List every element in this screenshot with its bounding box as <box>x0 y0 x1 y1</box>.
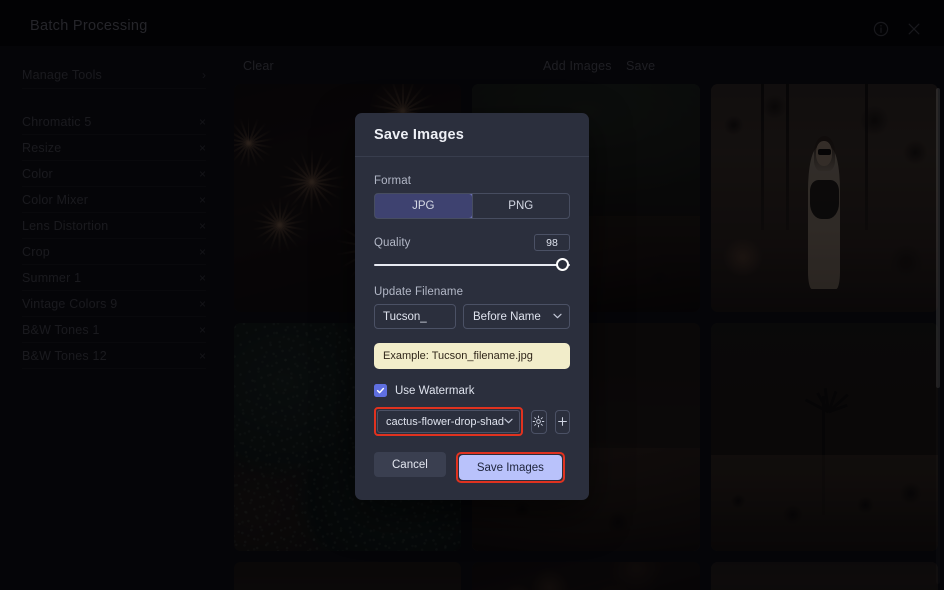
quality-value[interactable]: 98 <box>534 234 570 251</box>
save-images-button[interactable]: Save Images <box>458 455 562 480</box>
quality-label: Quality <box>374 236 411 249</box>
remove-tool-icon[interactable]: × <box>199 272 206 284</box>
sidebar-item-manage-tools[interactable]: Manage Tools › <box>22 61 206 89</box>
scrollbar-thumb[interactable] <box>936 88 940 388</box>
sidebar-item-tool[interactable]: Resize × <box>22 135 206 161</box>
remove-tool-icon[interactable]: × <box>199 298 206 310</box>
watermark-select-value: cactus-flower-drop-shad <box>386 415 504 428</box>
batch-processing-window: Batch Processing Manage Tools › Chromati… <box>0 0 944 590</box>
format-option-png[interactable]: PNG <box>473 194 570 218</box>
gear-icon[interactable] <box>531 409 547 434</box>
tool-label: Resize <box>22 140 62 155</box>
tool-label: Vintage Colors 9 <box>22 296 118 311</box>
tool-label: Color Mixer <box>22 192 89 207</box>
sidebar-item-tool[interactable]: Chromatic 5 × <box>22 109 206 135</box>
use-watermark-checkbox[interactable] <box>374 384 387 397</box>
grid-thumbnail[interactable] <box>710 562 938 590</box>
add-images-button[interactable]: Add Images <box>535 56 620 76</box>
dialog-body: Format JPG PNG Quality 98 Update Filenam… <box>355 157 589 500</box>
vertical-scrollbar[interactable] <box>936 88 940 584</box>
grid-thumbnail[interactable] <box>472 562 700 590</box>
remove-tool-icon[interactable]: × <box>199 116 206 128</box>
sidebar: Manage Tools › Chromatic 5 × Resize × Color ×… <box>0 46 229 590</box>
tool-label: Lens Distortion <box>22 218 109 233</box>
remove-tool-icon[interactable]: × <box>199 350 206 362</box>
dialog-button-row: Cancel Save Images <box>374 452 570 483</box>
tool-label: Chromatic 5 <box>22 114 92 129</box>
quality-row: Quality 98 <box>374 234 570 251</box>
update-filename-label: Update Filename <box>374 286 464 298</box>
grid-thumbnail[interactable] <box>710 84 938 312</box>
watermark-select[interactable]: cactus-flower-drop-shad <box>377 410 520 433</box>
thumbnail-overlay <box>710 84 938 312</box>
plus-icon[interactable] <box>554 409 570 434</box>
remove-tool-icon[interactable]: × <box>199 142 206 154</box>
watermark-select-highlight: cactus-flower-drop-shad <box>374 407 523 436</box>
remove-tool-icon[interactable]: × <box>199 220 206 232</box>
sidebar-item-tool[interactable]: Crop × <box>22 239 206 265</box>
title-bar: Batch Processing <box>0 0 944 46</box>
format-option-jpg[interactable]: JPG <box>375 194 473 218</box>
dialog-header: Save Images <box>355 113 589 157</box>
save-button[interactable]: Save <box>618 56 663 76</box>
chevron-right-icon: › <box>202 67 206 82</box>
watermark-row: cactus-flower-drop-shad <box>374 407 570 436</box>
main-toolbar: Clear Add Images Save <box>228 46 944 84</box>
info-circle-icon[interactable] <box>872 20 889 37</box>
close-icon[interactable] <box>905 20 922 37</box>
format-segmented-control: JPG PNG <box>374 193 570 219</box>
clear-button[interactable]: Clear <box>235 56 282 76</box>
remove-tool-icon[interactable]: × <box>199 246 206 258</box>
remove-tool-icon[interactable]: × <box>199 194 206 206</box>
thumbnail-overlay <box>710 323 938 551</box>
tool-label: B&W Tones 1 <box>22 322 100 337</box>
manage-tools-label: Manage Tools <box>22 67 103 82</box>
save-images-dialog: Save Images Format JPG PNG Quality 98 Up… <box>355 113 589 500</box>
filename-row: Tucson_ Before Name <box>374 304 570 329</box>
tool-label: Crop <box>22 244 50 259</box>
sidebar-item-tool[interactable]: B&W Tones 1 × <box>22 317 206 343</box>
cancel-button[interactable]: Cancel <box>374 452 446 477</box>
slider-track <box>374 264 570 266</box>
grid-thumbnail[interactable] <box>710 323 938 551</box>
use-watermark-label: Use Watermark <box>395 384 475 397</box>
filename-position-value: Before Name <box>473 310 541 323</box>
chevron-down-icon <box>504 418 513 426</box>
thumbnail-overlay <box>710 562 938 590</box>
page-title: Batch Processing <box>30 18 148 34</box>
sidebar-item-tool[interactable]: Color × <box>22 161 206 187</box>
sidebar-item-tool[interactable]: Summer 1 × <box>22 265 206 291</box>
tool-label: Summer 1 <box>22 270 82 285</box>
remove-tool-icon[interactable]: × <box>199 168 206 180</box>
save-images-button-highlight: Save Images <box>455 452 565 483</box>
quality-slider[interactable] <box>374 258 570 272</box>
thumbnail-overlay <box>234 562 462 590</box>
filename-input[interactable]: Tucson_ <box>374 304 456 329</box>
thumbnail-overlay <box>472 562 700 590</box>
format-label: Format <box>374 175 412 187</box>
grid-thumbnail[interactable] <box>234 562 462 590</box>
filename-position-select[interactable]: Before Name <box>463 304 570 329</box>
filename-example-banner: Example: Tucson_filename.jpg <box>374 343 570 369</box>
sidebar-item-tool[interactable]: Lens Distortion × <box>22 213 206 239</box>
dialog-title: Save Images <box>374 126 465 143</box>
remove-tool-icon[interactable]: × <box>199 324 206 336</box>
sidebar-item-tool[interactable]: B&W Tones 12 × <box>22 343 206 369</box>
tool-list: Chromatic 5 × Resize × Color × Color Mixer × Len… <box>0 109 228 369</box>
window-actions <box>872 20 922 37</box>
chevron-down-icon <box>553 313 562 321</box>
sidebar-item-tool[interactable]: Vintage Colors 9 × <box>22 291 206 317</box>
tool-label: B&W Tones 12 <box>22 348 107 363</box>
use-watermark-row[interactable]: Use Watermark <box>374 384 570 397</box>
tool-label: Color <box>22 166 53 181</box>
slider-thumb[interactable] <box>556 258 570 271</box>
sidebar-item-tool[interactable]: Color Mixer × <box>22 187 206 213</box>
